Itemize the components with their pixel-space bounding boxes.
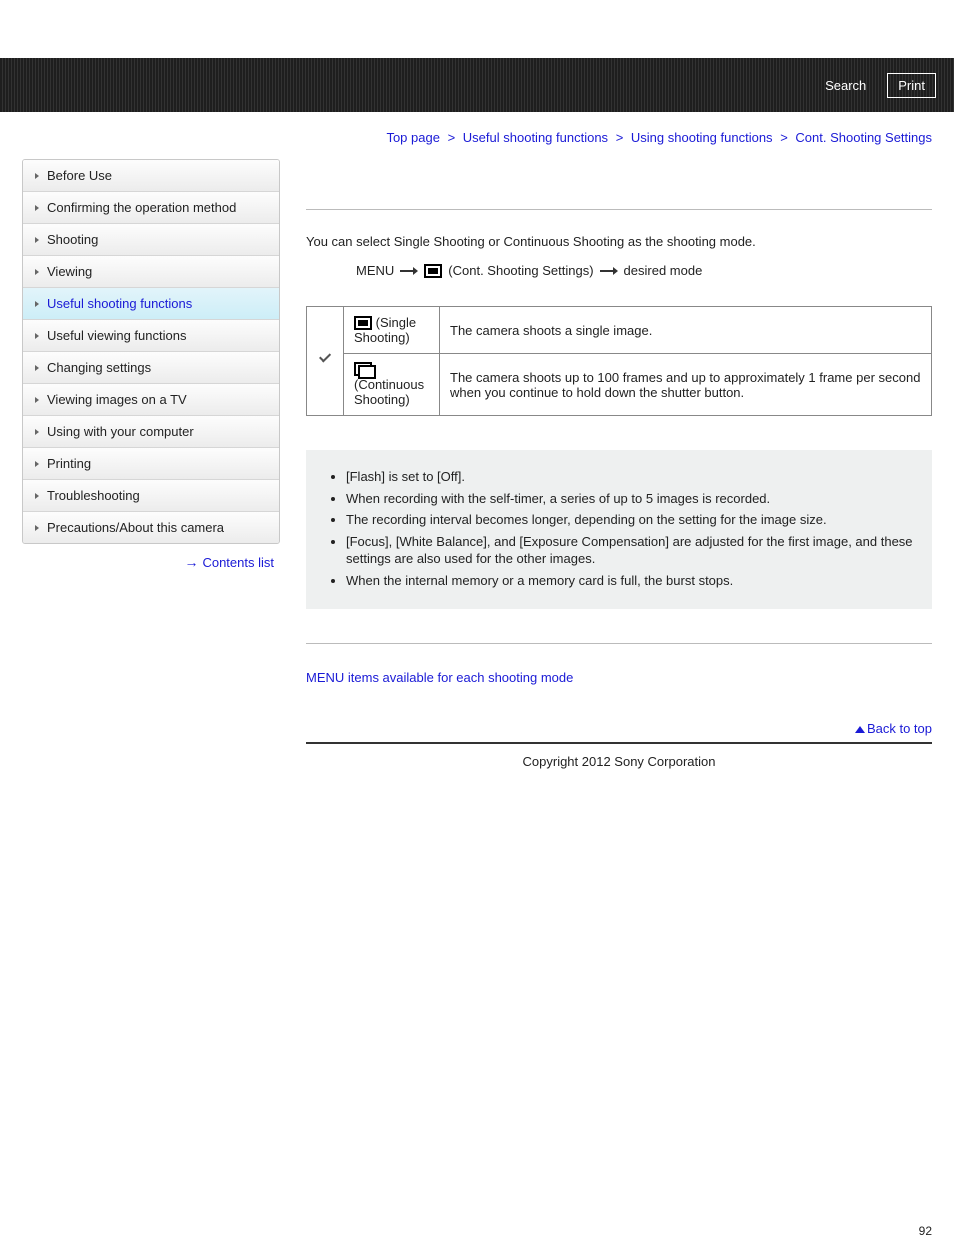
sidebar-item-2[interactable]: Shooting [23,224,279,256]
main-content: You can select Single Shooting or Contin… [280,155,932,769]
notes-list: [Flash] is set to [Off]. When recording w… [324,468,914,589]
sidebar-nav: Before Use Confirming the operation metho… [22,159,280,544]
breadcrumb-current: Cont. Shooting Settings [795,130,932,145]
caret-right-icon [35,429,39,435]
mode-description: The camera shoots a single image. [440,307,932,354]
sidebar-item-label: Useful viewing functions [47,328,186,343]
sidebar-item-6[interactable]: Changing settings [23,352,279,384]
search-button[interactable]: Search [814,73,877,98]
arrow-right-icon: → [184,554,202,570]
top-bar: Search Print [0,58,954,112]
caret-right-icon [35,461,39,467]
breadcrumb-link-1[interactable]: Useful shooting functions [463,130,608,145]
caret-right-icon [35,237,39,243]
note-item: [Focus], [White Balance], and [Exposure … [346,533,914,568]
intro-text: You can select Single Shooting or Contin… [306,234,932,249]
caret-right-icon [35,397,39,403]
breadcrumb: Top page > Useful shooting functions > U… [0,112,954,155]
sidebar-item-4[interactable]: Useful shooting functions [23,288,279,320]
breadcrumb-sep: > [776,130,792,145]
note-item: [Flash] is set to [Off]. [346,468,914,486]
divider [306,209,932,210]
note-item: When recording with the self-timer, a se… [346,490,914,508]
table-row: (Continuous Shooting) The camera shoots u… [307,354,932,416]
caret-right-icon [35,173,39,179]
divider [306,643,932,644]
sidebar-item-9[interactable]: Printing [23,448,279,480]
related-topic-link[interactable]: MENU items available for each shooting m… [306,670,573,685]
checkmark-icon [317,353,333,367]
menu-path: MENU (Cont. Shooting Settings) desired m… [306,263,932,278]
table-row: (Single Shooting)The camera shoots a sin… [307,307,932,354]
menu-section-label: (Cont. Shooting Settings) [448,263,593,278]
print-button[interactable]: Print [887,73,936,98]
notes-box: [Flash] is set to [Off]. When recording w… [306,450,932,609]
arrow-right-icon [600,268,618,274]
page-number: 92 [919,1224,932,1238]
single-shooting-icon [354,316,372,330]
contents-list-wrap: →Contents list [22,544,280,570]
single-shooting-icon [424,264,442,278]
sidebar-item-label: Viewing images on a TV [47,392,187,407]
shooting-modes-table: (Single Shooting)The camera shoots a sin… [306,306,932,416]
sidebar-item-label: Using with your computer [47,424,194,439]
caret-right-icon [35,525,39,531]
contents-list-link[interactable]: →Contents list [184,555,274,570]
sidebar-item-label: Shooting [47,232,98,247]
sidebar-item-label: Confirming the operation method [47,200,236,215]
mode-cell: (Continuous Shooting) [344,354,440,416]
mode-description: The camera shoots up to 100 frames and u… [440,354,932,416]
sidebar-item-label: Precautions/About this camera [47,520,224,535]
caret-right-icon [35,365,39,371]
arrow-right-icon [400,268,418,274]
sidebar-item-10[interactable]: Troubleshooting [23,480,279,512]
breadcrumb-sep: > [444,130,460,145]
check-cell [307,307,344,416]
sidebar-item-3[interactable]: Viewing [23,256,279,288]
sidebar-item-7[interactable]: Viewing images on a TV [23,384,279,416]
sidebar-item-label: Useful shooting functions [47,296,192,311]
sidebar-item-label: Before Use [47,168,112,183]
sidebar-item-1[interactable]: Confirming the operation method [23,192,279,224]
sidebar-item-0[interactable]: Before Use [23,160,279,192]
sidebar-item-label: Changing settings [47,360,151,375]
caret-right-icon [35,301,39,307]
sidebar-item-8[interactable]: Using with your computer [23,416,279,448]
note-item: The recording interval becomes longer, d… [346,511,914,529]
sidebar-item-label: Troubleshooting [47,488,140,503]
mode-label: (Continuous Shooting) [354,377,424,407]
back-to-top-wrap: Back to top [306,685,932,742]
note-item: When the internal memory or a memory car… [346,572,914,590]
continuous-shooting-icon [354,362,372,376]
menu-target-label: desired mode [624,263,703,278]
caret-right-icon [35,493,39,499]
breadcrumb-sep: > [612,130,628,145]
breadcrumb-link-2[interactable]: Using shooting functions [631,130,773,145]
mode-cell: (Single Shooting) [344,307,440,354]
caret-right-icon [35,333,39,339]
triangle-up-icon [855,726,865,733]
sidebar-item-5[interactable]: Useful viewing functions [23,320,279,352]
copyright-text: Copyright 2012 Sony Corporation [306,744,932,769]
sidebar-item-label: Printing [47,456,91,471]
menu-label: MENU [356,263,394,278]
sidebar-item-label: Viewing [47,264,92,279]
breadcrumb-link-top[interactable]: Top page [386,130,440,145]
back-to-top-link[interactable]: Back to top [855,721,932,736]
caret-right-icon [35,205,39,211]
caret-right-icon [35,269,39,275]
sidebar-item-11[interactable]: Precautions/About this camera [23,512,279,543]
